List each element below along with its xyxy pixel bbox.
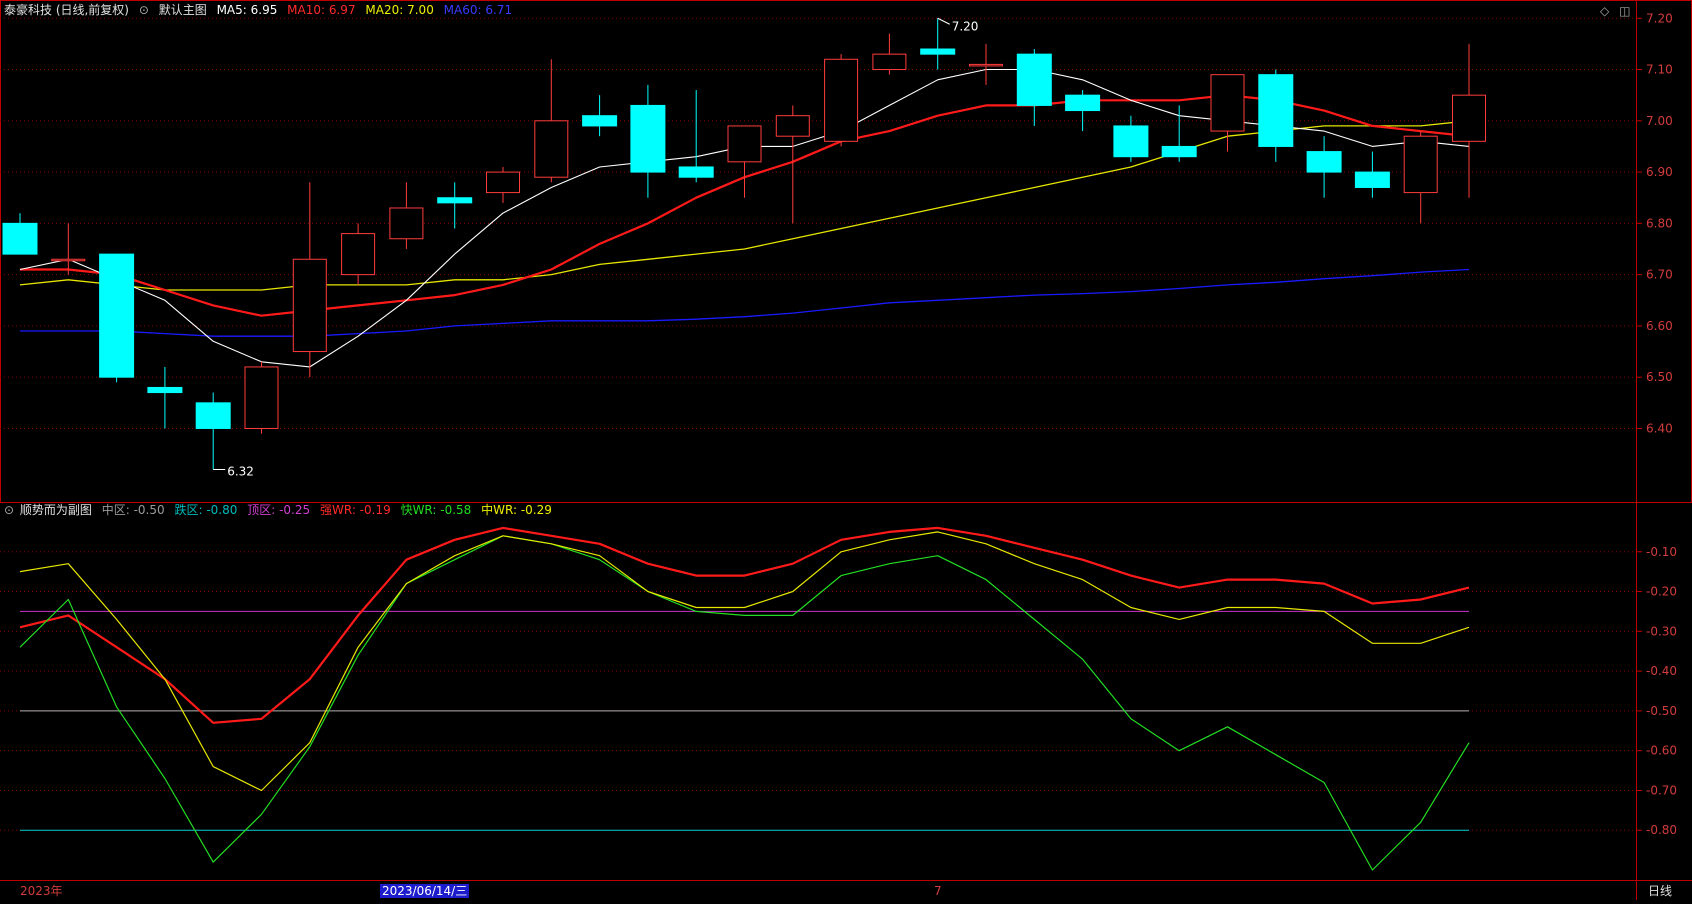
- ma5-label: MA5: 6.95: [216, 3, 278, 17]
- sub-y-tick-label: -0.30: [1646, 624, 1677, 638]
- main-title[interactable]: 泰豪科技 (日线,前复权): [4, 3, 129, 17]
- x-axis-year-label: 2023年: [20, 884, 63, 898]
- candle-body-down: [1065, 94, 1101, 112]
- sub-y-tick-label: -0.60: [1646, 744, 1677, 758]
- candle-body-up: [969, 63, 1003, 67]
- main-y-tick-label: 6.80: [1646, 216, 1673, 230]
- sub-header: ⊙ 顺势而为副图 中区: -0.50 跌区: -0.80 顶区: -0.25 强…: [4, 503, 558, 517]
- candle-body-up: [486, 171, 520, 194]
- fast-wr-label: 快WR: -0.58: [400, 503, 472, 517]
- sub-y-tick-label: -0.10: [1646, 545, 1677, 559]
- candle-body-down: [678, 166, 714, 178]
- sub-y-tick-label: -0.70: [1646, 783, 1677, 797]
- main-y-tick-label: 7.10: [1646, 63, 1673, 77]
- candle-body-up: [1210, 74, 1245, 132]
- candle-body-down: [2, 222, 38, 255]
- candle-body-down: [1258, 74, 1294, 147]
- main-y-tick-label: 6.70: [1646, 268, 1673, 282]
- main-y-tick-label: 6.50: [1646, 370, 1673, 384]
- candle-body-down: [1354, 171, 1390, 188]
- candle-body-up: [1403, 135, 1438, 194]
- ma5-line: [19, 68, 1470, 368]
- ma60-label: MA60: 6.71: [443, 3, 513, 17]
- mid-wr-label: 中WR: -0.29: [481, 503, 552, 517]
- diamond-icon[interactable]: ◇: [1600, 4, 1609, 18]
- window-controls: ◇ ◫: [1600, 4, 1636, 18]
- candle-body-up: [292, 258, 327, 353]
- circle-chevron-icon[interactable]: ⊙: [139, 3, 149, 17]
- sub-y-tick-label: -0.80: [1646, 823, 1677, 837]
- candle-body-down: [437, 197, 473, 204]
- strong-wr-label: 强WR: -0.19: [319, 503, 391, 517]
- extreme-price-label: 7.20: [952, 19, 979, 33]
- candle-body-up: [727, 125, 762, 163]
- wr-series-line: [19, 531, 1470, 792]
- top-zone-label: 顶区: -0.25: [247, 503, 311, 517]
- x-axis-cursor-date: 2023/06/14/三: [380, 884, 470, 898]
- candle-body-down: [920, 48, 956, 55]
- candle-body-down: [147, 386, 183, 394]
- wr-series-line: [19, 535, 1470, 871]
- period-label[interactable]: 日线: [1648, 884, 1672, 898]
- sub-y-tick-label: -0.40: [1646, 664, 1677, 678]
- candle-body-up: [244, 366, 279, 429]
- main-y-tick-label: 6.40: [1646, 421, 1673, 435]
- main-y-tick-label: 7.00: [1646, 114, 1673, 128]
- candle-body-down: [1161, 145, 1197, 158]
- candle-body-down: [1306, 151, 1342, 173]
- ma10-label: MA10: 6.97: [287, 3, 356, 17]
- candle-body-up: [824, 58, 859, 142]
- candle-body-down: [582, 115, 618, 127]
- candle-body-down: [1113, 125, 1149, 158]
- sub-y-tick-label: -0.50: [1646, 704, 1677, 718]
- x-axis-month-label: 7: [934, 884, 942, 898]
- main-y-tick-label: 7.20: [1646, 11, 1673, 25]
- low-zone-label: 跌区: -0.80: [174, 503, 238, 517]
- wr-series-line: [19, 526, 1470, 724]
- candle-body-up: [872, 53, 907, 71]
- candle-body-up: [341, 233, 376, 276]
- candle-body-up: [1452, 94, 1486, 142]
- mid-zone-label: 中区: -0.50: [101, 503, 165, 517]
- ma20-label: MA20: 7.00: [365, 3, 434, 17]
- candle-body-up: [775, 115, 810, 137]
- candle-body-up: [389, 207, 424, 240]
- chart-stage: 7.20 7.10 7.00 6.90 6.80 6.70 6.60 6.50 6.40 -0.1…: [0, 0, 1692, 900]
- main-header: 泰豪科技 (日线,前复权) ⊙ 默认主图 MA5: 6.95 MA10: 6.9…: [4, 3, 518, 17]
- circle-chevron-icon[interactable]: ⊙: [4, 503, 14, 517]
- sub-y-tick-label: -0.20: [1646, 585, 1677, 599]
- window-icon[interactable]: ◫: [1619, 4, 1630, 18]
- candle-body-up: [534, 120, 569, 178]
- sub-title[interactable]: 顺势而为副图: [20, 503, 92, 517]
- candle-body-down: [195, 402, 231, 429]
- main-y-tick-label: 6.60: [1646, 319, 1673, 333]
- extreme-marker: [937, 17, 950, 25]
- chart-svg: 7.20 7.10 7.00 6.90 6.80 6.70 6.60 6.50 6.40 -0.1…: [0, 0, 1692, 900]
- extreme-price-label: 6.32: [227, 464, 254, 478]
- main-y-tick-label: 6.90: [1646, 165, 1673, 179]
- candle-body-down: [630, 104, 666, 173]
- candle-body-down: [99, 253, 135, 378]
- candle-body-up: [51, 258, 86, 262]
- candle-body-down: [1016, 53, 1052, 106]
- main-chart-name[interactable]: 默认主图: [159, 3, 207, 17]
